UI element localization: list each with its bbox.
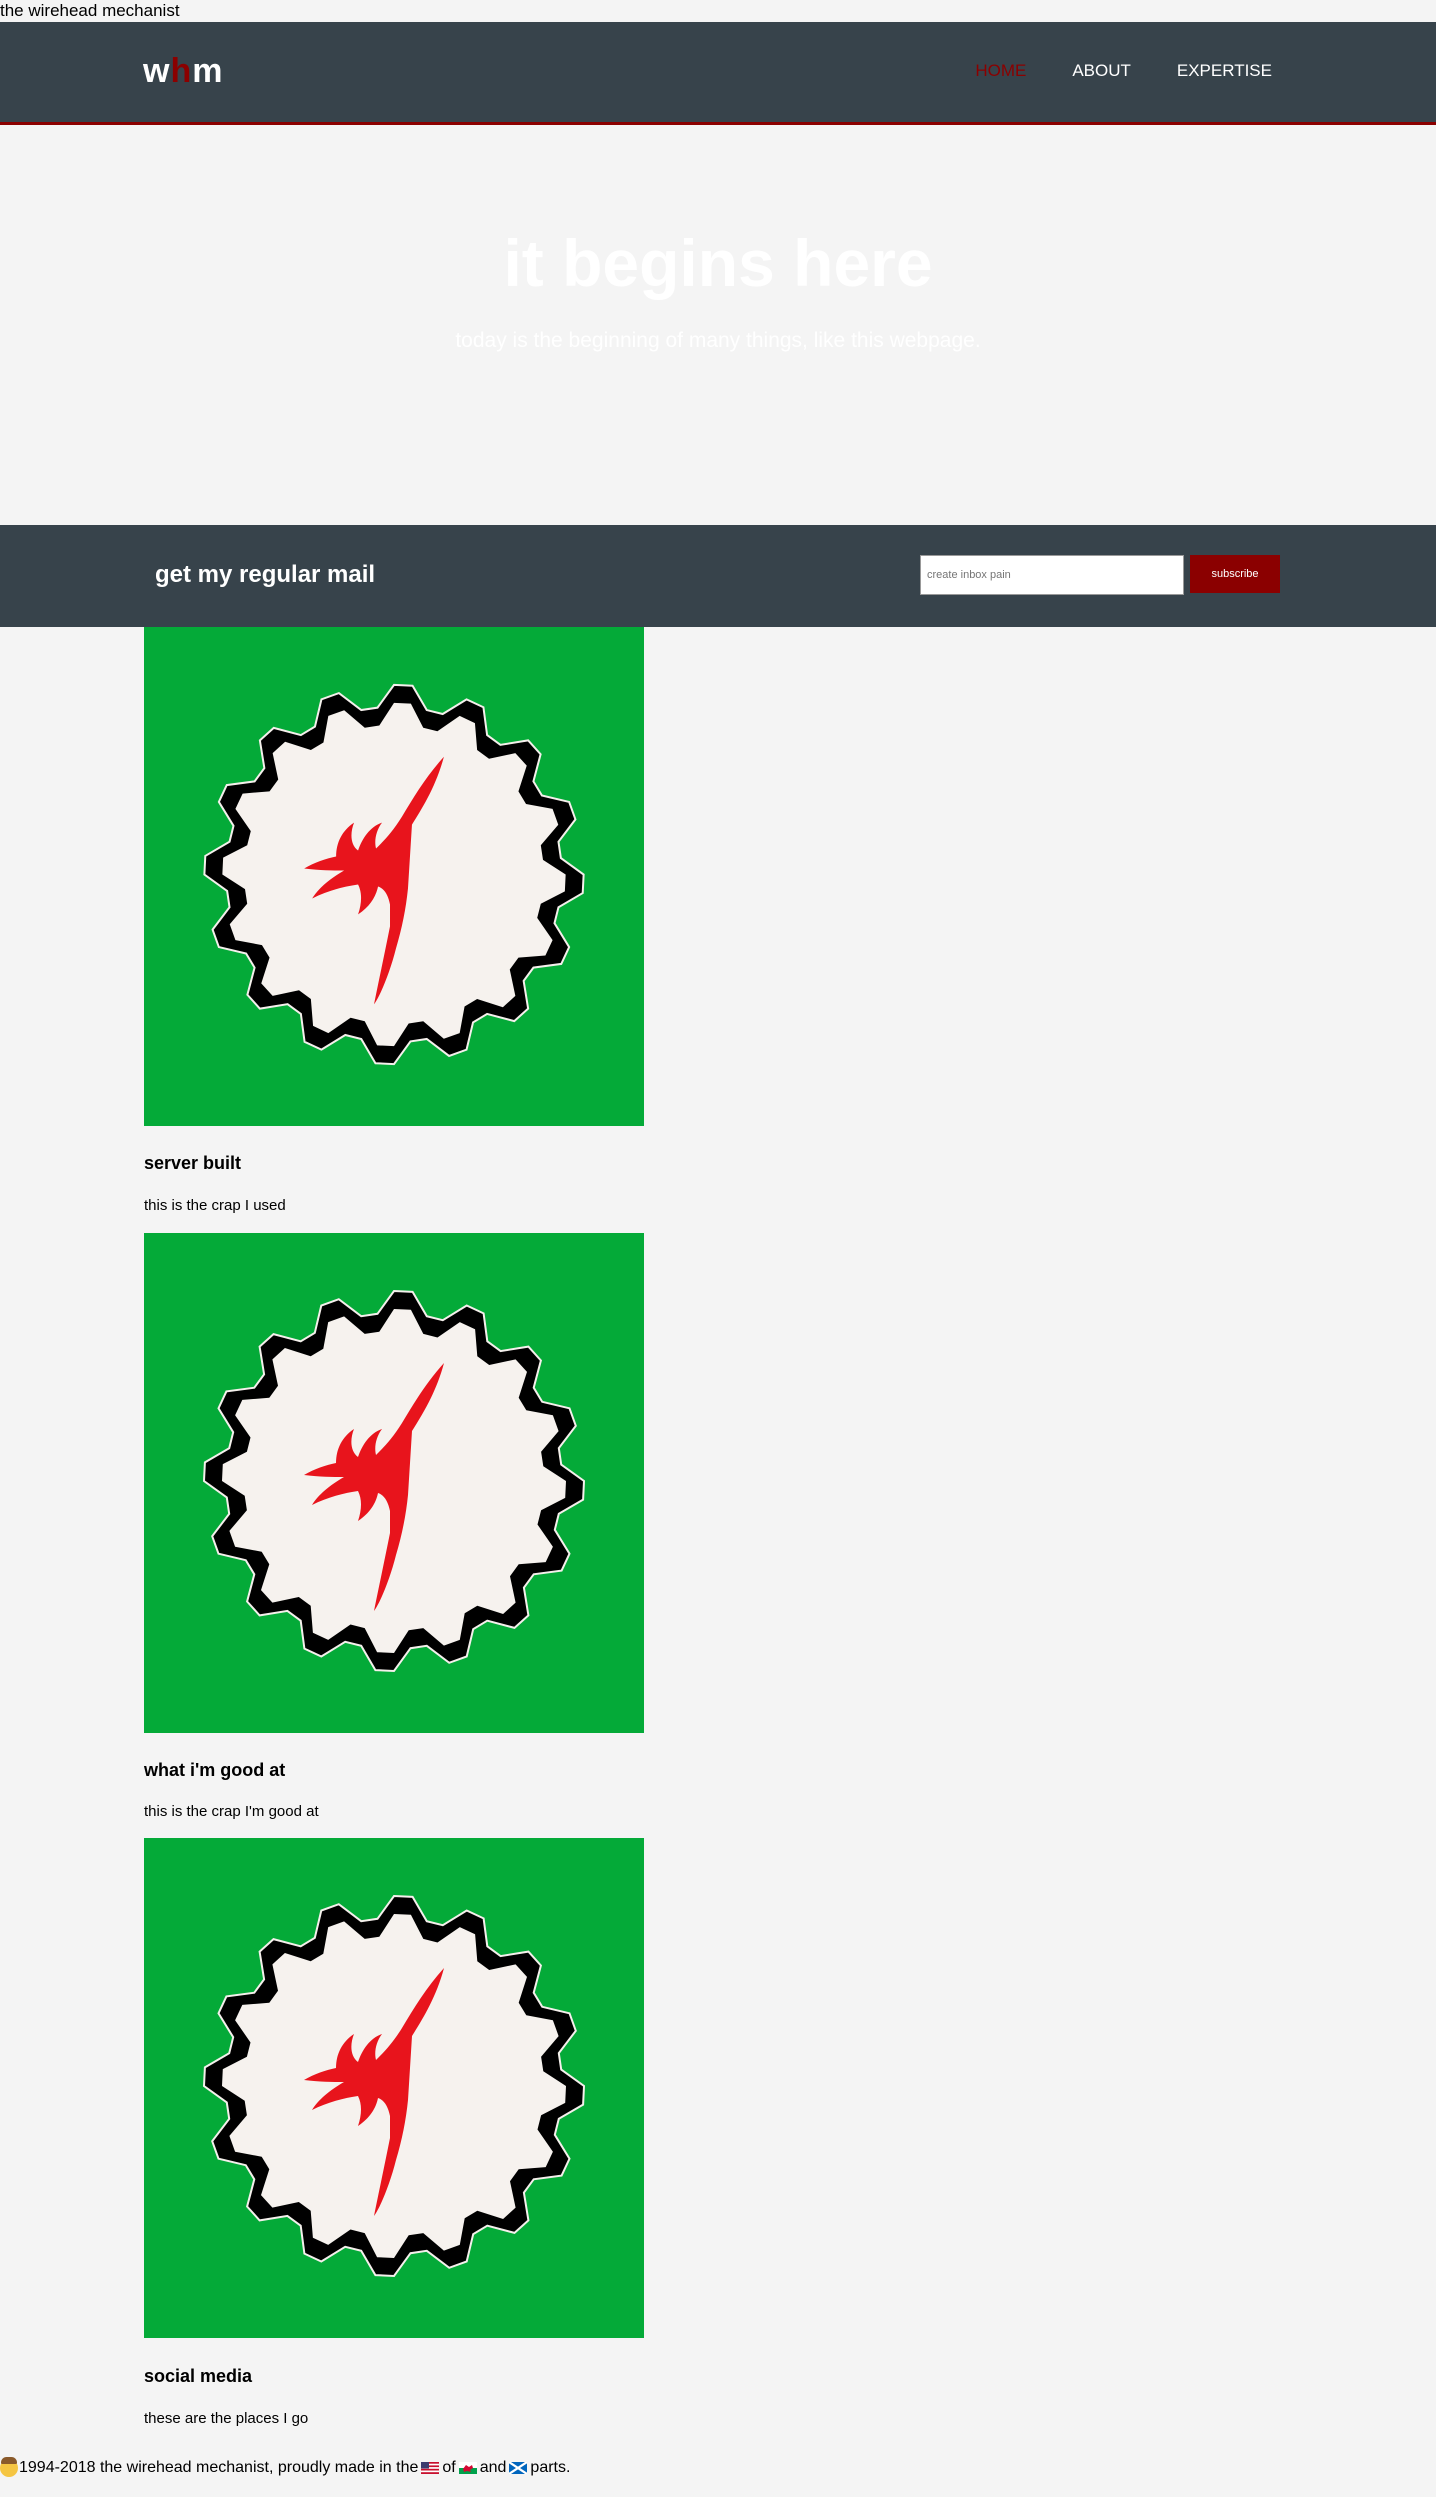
scotland-flag-icon [509,2462,528,2474]
card-description: this is the crap I used [144,1197,286,1214]
subscribe-button[interactable]: subscribe [1190,555,1280,593]
email-input[interactable] [920,555,1184,595]
card-description: this is the crap I'm good at [144,1803,319,1820]
footer-text-and: and [479,2459,507,2476]
nav-about-link[interactable]: ABOUT [1072,61,1131,81]
cowboy-face-icon [0,2457,18,2477]
red-dragon-gear-logo-icon [203,1895,585,2277]
footer-text-start: 1994-2018 the wirehead mechanist, proudl… [19,2459,419,2476]
subscribe-title: get my regular mail [155,561,376,588]
card-image-social-media [144,1838,644,2338]
main-nav: HOME ABOUT EXPERTISE [975,61,1272,81]
footer: 1994-2018 the wirehead mechanist, proudl… [0,2457,571,2478]
us-flag-icon [421,2462,440,2474]
card-title: server built [144,1153,242,1173]
hero-title: it begins here [503,226,933,300]
wales-flag-icon [458,2462,477,2474]
nav-expertise-link[interactable]: EXPERTISE [1177,61,1272,81]
subscribe-bar: get my regular mail subscribe [0,525,1436,627]
page-title-text: the wirehead mechanist [0,1,180,20]
logo-letter-h: h [170,52,193,90]
red-dragon-gear-logo-icon [203,1290,585,1672]
nav-home-link[interactable]: HOME [975,61,1026,81]
card-description: these are the places I go [144,2410,309,2427]
logo-letter-m: m [192,52,224,90]
logo-letter-w: w [143,52,171,90]
footer-text-end: parts. [530,2459,571,2476]
card-image-server-built [144,627,644,1126]
card-title: what i'm good at [144,1760,286,1780]
red-dragon-gear-logo-icon [203,683,585,1066]
site-logo[interactable]: whm [143,52,223,91]
navbar: whm HOME ABOUT EXPERTISE [0,22,1436,125]
hero-subtitle: today is the beginning of many things, l… [455,329,981,352]
footer-text-of: of [442,2459,456,2476]
hero-section: it begins here today is the beginning of… [0,125,1436,525]
card-title: social media [144,2366,253,2386]
card-image-what-im-good-at [144,1233,644,1733]
